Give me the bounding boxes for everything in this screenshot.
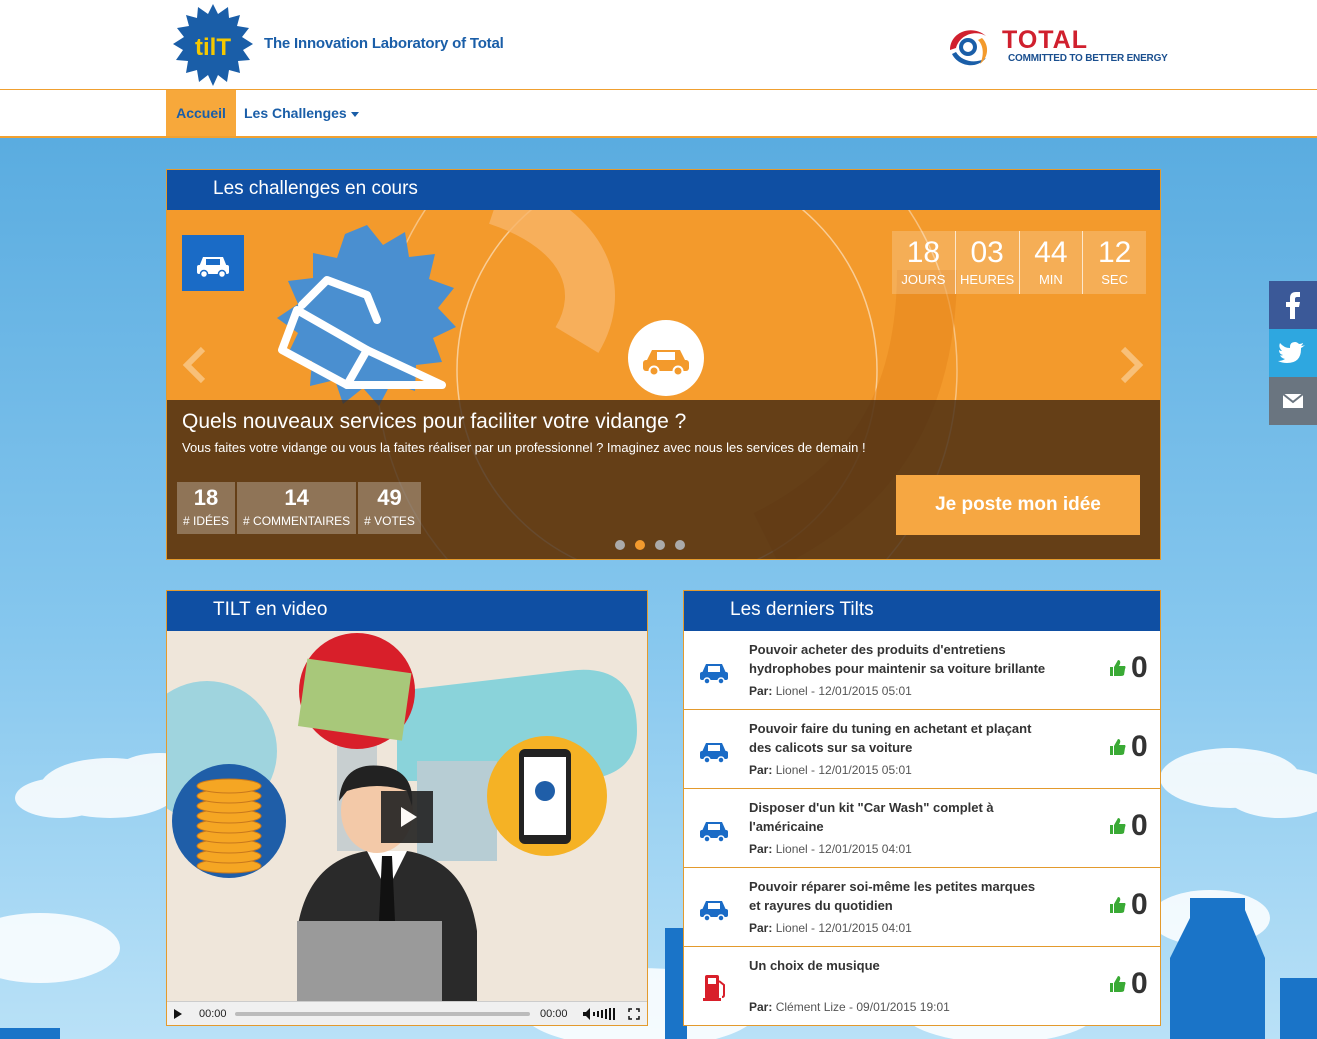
stat-ideas: 18 # IDÉES (177, 482, 236, 534)
slide-dot-4[interactable] (675, 540, 685, 550)
stat-comments: 14 # COMMENTAIRES (237, 482, 357, 534)
tilt-meta: Par: Lionel - 12/01/2015 04:01 (749, 921, 912, 935)
slide-dot-2[interactable] (635, 540, 645, 550)
volume-icon[interactable] (583, 1008, 619, 1020)
share-email-button[interactable] (1269, 377, 1317, 425)
thumbs-up-icon[interactable] (1109, 659, 1127, 677)
facebook-icon (1286, 292, 1300, 319)
share-facebook-button[interactable] (1269, 281, 1317, 329)
video-panel-title: TILT en video (167, 591, 647, 631)
site-header: tilT The Innovation Laboratory of Total … (0, 0, 1317, 90)
tilt-item[interactable]: Pouvoir acheter des produits d'entretien… (684, 631, 1160, 710)
tilt-title[interactable]: Pouvoir réparer soi-même les petites mar… (749, 877, 1049, 915)
countdown-hours: 03 HEURES (956, 231, 1020, 294)
svg-text:tilT: tilT (195, 34, 231, 61)
total-slogan: COMMITTED TO BETTER ENERGY (1008, 53, 1168, 64)
challenge-slide[interactable]: 18 JOURS 03 HEURES 44 MIN 12 SEC Quels n… (167, 210, 1160, 559)
site-tagline: The Innovation Laboratory of Total (264, 35, 504, 52)
thumbs-up-icon[interactable] (1109, 896, 1127, 914)
video-current-time: 00:00 (199, 1008, 227, 1020)
stat-votes: 49 # VOTES (358, 482, 421, 534)
fuel-pump-icon (703, 975, 725, 1001)
latest-tilts-panel: Les derniers Tilts Pouvoir acheter des p… (683, 590, 1161, 1026)
car-icon (197, 257, 229, 279)
video-panel: TILT en video 00:00 00:00 (166, 590, 648, 1026)
tilt-score-value: 0 (1131, 967, 1148, 1000)
tilt-item[interactable]: Disposer d'un kit "Car Wash" complet à l… (684, 789, 1160, 868)
fullscreen-icon[interactable] (628, 1008, 640, 1020)
total-logo[interactable] (942, 20, 994, 72)
caret-down-icon (350, 111, 359, 117)
tilt-vote[interactable]: 0 (1109, 888, 1153, 922)
car-circle-icon (628, 320, 704, 396)
play-icon (401, 807, 417, 827)
video-player[interactable] (167, 631, 647, 1001)
countdown-timer: 18 JOURS 03 HEURES 44 MIN 12 SEC (892, 231, 1146, 294)
thumbs-up-icon[interactable] (1109, 817, 1127, 835)
challenge-description: Vous faites votre vidange ou vous la fai… (182, 440, 866, 455)
nav-challenges-label: Les Challenges (244, 105, 347, 121)
tilt-vote[interactable]: 0 (1109, 730, 1153, 764)
tilt-meta: Par: Clément Lize - 09/01/2015 19:01 (749, 1000, 950, 1014)
thumbs-up-icon[interactable] (1109, 975, 1127, 993)
video-progress-bar[interactable] (235, 1012, 530, 1016)
post-idea-button[interactable]: Je poste mon idée (896, 475, 1140, 535)
car-icon (700, 743, 728, 764)
tilt-title[interactable]: Pouvoir faire du tuning en achetant et p… (749, 719, 1049, 757)
tilt-item[interactable]: Pouvoir réparer soi-même les petites mar… (684, 868, 1160, 947)
video-controls: 00:00 00:00 (167, 1001, 647, 1025)
tilt-meta: Par: Lionel - 12/01/2015 05:01 (749, 763, 912, 777)
tilt-vote[interactable]: 0 (1109, 967, 1153, 1001)
play-small-icon[interactable] (173, 1009, 183, 1019)
countdown-days: 18 JOURS (892, 231, 956, 294)
twitter-icon (1278, 342, 1305, 363)
latest-tilts-title: Les derniers Tilts (684, 591, 1160, 631)
nav-challenges-dropdown[interactable]: Les Challenges (244, 90, 359, 136)
tilt-meta: Par: Lionel - 12/01/2015 05:01 (749, 684, 912, 698)
slide-prev-arrow-icon[interactable] (179, 345, 209, 385)
challenges-panel-title: Les challenges en cours (167, 170, 1160, 210)
challenges-panel: Les challenges en cours 18 JOURS 03 HEUR… (166, 169, 1161, 560)
countdown-seconds: 12 SEC (1097, 236, 1132, 287)
slide-pagination (615, 540, 695, 550)
challenge-stats: 18 # IDÉES 14 # COMMENTAIRES 49 # VOTES (177, 482, 423, 534)
tilt-score-value: 0 (1131, 888, 1148, 921)
tilt-score-value: 0 (1131, 730, 1148, 763)
tilt-item[interactable]: Un choix de musique Par: Clément Lize - … (684, 947, 1160, 1025)
category-car-badge[interactable] (182, 235, 244, 291)
slide-next-arrow-icon[interactable] (1117, 345, 1147, 385)
tilt-logo[interactable]: tilT (172, 4, 254, 86)
nav-home[interactable]: Accueil (166, 90, 236, 136)
play-button[interactable] (381, 791, 433, 843)
tilt-vote[interactable]: 0 (1109, 651, 1153, 685)
tilt-item[interactable]: Pouvoir faire du tuning en achetant et p… (684, 710, 1160, 789)
main-nav: Accueil Les Challenges (0, 90, 1317, 138)
video-total-time: 00:00 (540, 1008, 568, 1020)
thumbs-up-icon[interactable] (1109, 738, 1127, 756)
car-icon (700, 822, 728, 843)
email-icon (1282, 393, 1304, 408)
tilt-title[interactable]: Pouvoir acheter des produits d'entretien… (749, 640, 1049, 678)
challenge-title[interactable]: Quels nouveaux services pour faciliter v… (182, 410, 686, 434)
share-twitter-button[interactable] (1269, 329, 1317, 377)
tilt-meta: Par: Lionel - 12/01/2015 04:01 (749, 842, 912, 856)
challenge-info-overlay: Quels nouveaux services pour faciliter v… (167, 400, 1160, 559)
countdown-minutes: 44 MIN (1020, 231, 1084, 294)
slide-dot-1[interactable] (615, 540, 625, 550)
tilt-score-value: 0 (1131, 651, 1148, 684)
slide-dot-3[interactable] (655, 540, 665, 550)
car-icon (700, 901, 728, 922)
total-brand: TOTAL (1002, 26, 1089, 54)
car-icon (700, 664, 728, 685)
tilt-title[interactable]: Un choix de musique (749, 956, 1049, 994)
tilt-score-value: 0 (1131, 809, 1148, 842)
tilt-vote[interactable]: 0 (1109, 809, 1153, 843)
tilt-title[interactable]: Disposer d'un kit "Car Wash" complet à l… (749, 798, 1049, 836)
